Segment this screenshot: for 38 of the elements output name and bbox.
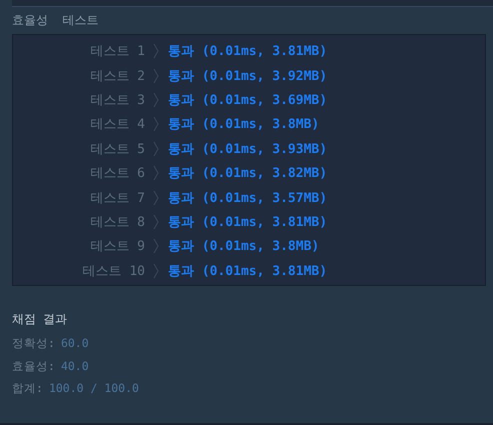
chevron-icon (153, 190, 159, 206)
test-result: 통과 (0.01ms, 3.81MB) (168, 262, 328, 280)
test-label: 테스트 1 (89, 43, 145, 60)
score-value: 40.0 (60, 358, 89, 374)
score-value: 60.0 (60, 336, 89, 352)
test-label: 테스트 8 (89, 214, 145, 231)
chevron-icon (153, 165, 159, 182)
test-result: 통과 (0.01ms, 3.81MB) (168, 214, 328, 231)
test-label: 테스트 6 (89, 165, 145, 182)
test-result: 통과 (0.01ms, 3.8MB) (168, 238, 320, 256)
test-label: 테스트 9 (89, 238, 145, 256)
chevron-icon (153, 238, 159, 254)
chevron-icon (153, 116, 159, 132)
chevron-icon (153, 214, 159, 230)
test-label: 테스트 7 (89, 190, 145, 207)
score-label: 정확성: (12, 336, 55, 352)
test-result: 통과 (0.01ms, 3.93MB) (168, 140, 328, 158)
test-label: 테스트 3 (89, 92, 145, 109)
chevron-icon (153, 68, 159, 84)
test-result: 통과 (0.01ms, 3.82MB) (168, 165, 328, 182)
score-label: 효율성: (12, 358, 55, 374)
test-result: 통과 (0.01ms, 3.69MB) (168, 92, 328, 109)
test-result: 통과 (0.01ms, 3.81MB) (168, 43, 328, 60)
section-title: 효율성 테스트 (11, 12, 100, 29)
test-result: 통과 (0.01ms, 3.8MB) (168, 116, 320, 134)
test-label: 테스트 2 (89, 68, 145, 85)
score-value: 100.0 / 100.0 (48, 381, 139, 397)
chevron-icon (153, 43, 159, 60)
test-result: 통과 (0.01ms, 3.92MB) (168, 68, 328, 85)
chevron-icon (153, 140, 159, 157)
test-label: 테스트 5 (89, 140, 145, 158)
test-label: 테스트 10 (82, 262, 145, 280)
score-label: 합계: (12, 381, 43, 397)
test-label: 테스트 4 (89, 116, 145, 134)
chevron-icon (153, 262, 159, 279)
chevron-icon (153, 92, 159, 108)
grading-title: 채점 결과 (12, 311, 68, 328)
test-result: 통과 (0.01ms, 3.57MB) (168, 190, 328, 207)
